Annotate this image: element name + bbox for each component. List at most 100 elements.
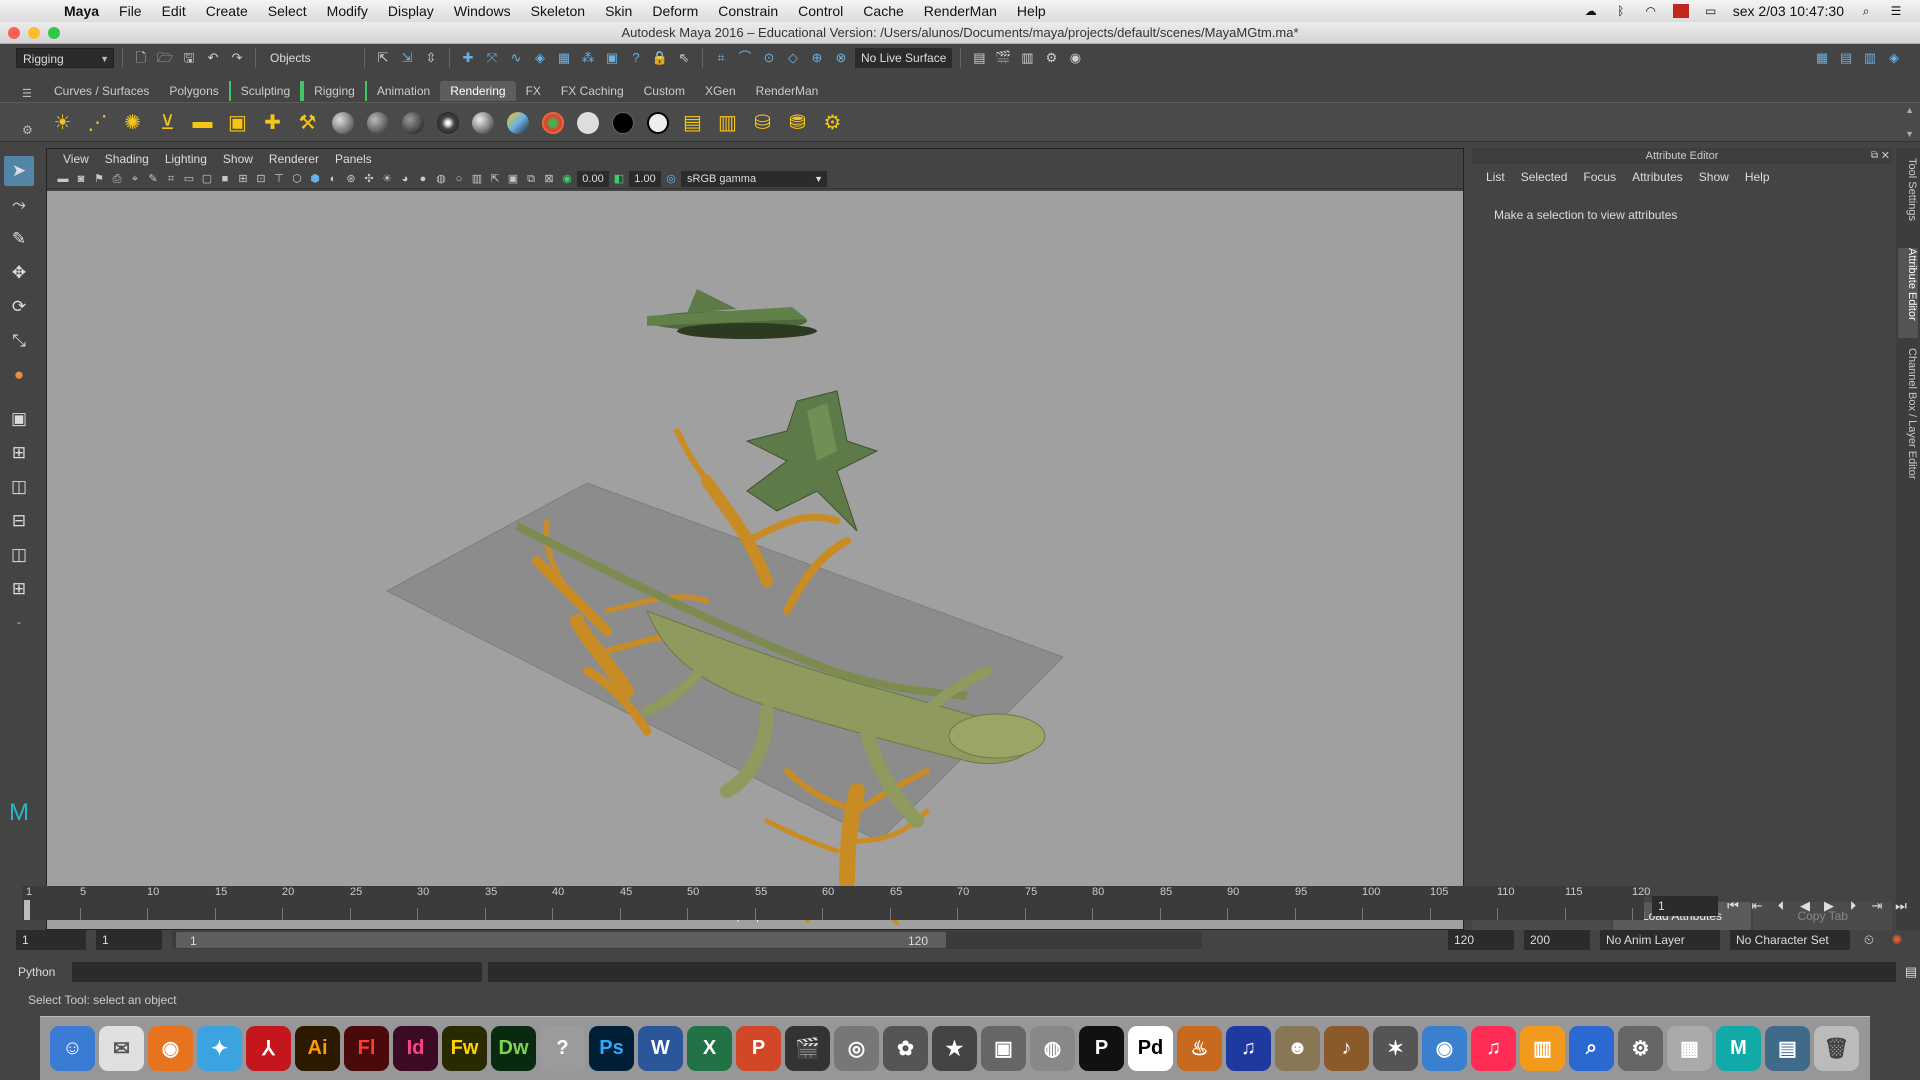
shadows-icon[interactable]: ◕ — [397, 171, 413, 187]
point-light-icon[interactable]: ✺ — [118, 108, 147, 137]
menu-control[interactable]: Control — [788, 3, 853, 19]
select-component-icon[interactable]: ⇳ — [421, 48, 441, 68]
color-sync-icon[interactable]: ✿ — [883, 1026, 928, 1071]
soft-mod-tool-icon[interactable]: ● — [4, 360, 34, 390]
current-frame-field[interactable]: 1 — [1652, 896, 1718, 916]
shading-group-icon[interactable] — [643, 108, 672, 137]
scene-render[interactable] — [47, 191, 1463, 929]
persp-outliner-layout-icon[interactable]: ◫ — [4, 472, 34, 502]
menu-deform[interactable]: Deform — [642, 3, 708, 19]
show-modeling-toolkit-icon[interactable]: ◈ — [1884, 48, 1904, 68]
tab-xgen[interactable]: XGen — [695, 81, 746, 101]
menu-renderman[interactable]: RenderMan — [914, 3, 1007, 19]
lambert-material-icon[interactable] — [363, 108, 392, 137]
snap-curve-icon[interactable]: ⌒ — [735, 48, 755, 68]
color-space-dropdown[interactable]: sRGB gamma ▼ — [681, 170, 827, 187]
time-slider[interactable]: 1 5 10 15 20 25 30 35 40 45 50 55 60 65 70 75 80 85 90 95 10… — [22, 886, 1650, 920]
ipr-render-icon[interactable]: ▥ — [1017, 48, 1037, 68]
gate-mask-icon[interactable]: ■ — [217, 171, 233, 187]
save-scene-icon[interactable]: 🖫 — [179, 48, 199, 68]
step-back-key-icon[interactable]: ⇤ — [1748, 898, 1766, 914]
shelf-menu-icon[interactable]: ☰ — [22, 87, 32, 100]
tab-sculpting[interactable]: Sculpting — [228, 81, 303, 101]
image-plane-icon[interactable]: ⎙ — [109, 171, 125, 187]
camera-attributes-icon[interactable]: ◙ — [73, 171, 89, 187]
custom-layout-icon[interactable]: ⊞ — [4, 574, 34, 604]
viewport-menu-show[interactable]: Show — [215, 152, 261, 166]
notification-center-icon[interactable]: ☰ — [1888, 4, 1904, 18]
preview-images-icon[interactable]: ▦ — [1667, 1026, 1712, 1071]
close-window-button[interactable] — [8, 27, 20, 39]
select-tool-icon[interactable]: ➤ — [4, 156, 34, 186]
character-set-dropdown[interactable]: No Character Set — [1730, 930, 1850, 950]
new-scene-icon[interactable]: 🗋 — [131, 48, 151, 68]
mask-dynamics-icon[interactable]: ⁂ — [578, 48, 598, 68]
tab-animation[interactable]: Animation — [367, 81, 440, 101]
menubar-clock[interactable]: sex 2/03 10:47:30 — [1733, 3, 1844, 19]
play-backwards-icon[interactable]: ◀ — [1796, 898, 1814, 914]
ae-menu-selected[interactable]: Selected — [1513, 170, 1576, 184]
viewport-menu-view[interactable]: View — [55, 152, 97, 166]
menu-select[interactable]: Select — [258, 3, 317, 19]
float-panel-icon[interactable]: ⧉ — [1871, 148, 1878, 164]
powerpoint-icon[interactable]: P — [736, 1026, 781, 1071]
outliner-persp-graph-layout-icon[interactable]: ◫ — [4, 540, 34, 570]
mask-misc-icon[interactable]: ? — [626, 48, 646, 68]
imovie-icon[interactable]: ★ — [932, 1026, 977, 1071]
redo-icon[interactable]: ↷ — [227, 48, 247, 68]
grease-pencil-icon[interactable]: ✎ — [145, 171, 161, 187]
animation-start-field[interactable]: 1 — [16, 930, 86, 950]
motion-blur-icon[interactable]: ◍ — [433, 171, 449, 187]
menu-constrain[interactable]: Constrain — [708, 3, 788, 19]
surface-shader-icon[interactable] — [433, 108, 462, 137]
shelf-scroll-up-icon[interactable]: ▲ — [1905, 105, 1914, 115]
snap-view-plane-icon[interactable]: ◇ — [783, 48, 803, 68]
viewport-menu-panels[interactable]: Panels — [327, 152, 380, 166]
command-input[interactable] — [71, 962, 482, 982]
range-slider-handle[interactable]: 1 120 — [176, 932, 946, 948]
render-diagnostics-icon[interactable]: ⚙ — [818, 108, 847, 137]
more-layouts-icon[interactable]: - — [4, 608, 34, 638]
use-all-lights-icon[interactable]: ☀ — [379, 171, 395, 187]
vlc-icon[interactable]: ◉ — [1422, 1026, 1467, 1071]
tab-renderman[interactable]: RenderMan — [746, 81, 829, 101]
command-language-label[interactable]: Python — [12, 965, 66, 979]
perspective-viewport[interactable]: persp — [47, 191, 1463, 929]
ae-menu-show[interactable]: Show — [1691, 170, 1737, 184]
menu-app[interactable]: Maya — [54, 3, 109, 19]
screen-space-ao-icon[interactable]: ● — [415, 171, 431, 187]
battery-icon[interactable]: ▭ — [1703, 4, 1719, 18]
go-to-start-icon[interactable]: ⏮ — [1724, 898, 1742, 914]
itunes-icon[interactable]: ♫ — [1471, 1026, 1516, 1071]
menuset-dropdown[interactable]: Rigging ▼ — [16, 48, 114, 68]
rotate-tool-icon[interactable]: ⟳ — [4, 292, 34, 322]
anisotropic-material-icon[interactable] — [468, 108, 497, 137]
xray-joints-icon[interactable]: ⊠ — [541, 171, 557, 187]
scale-tool-icon[interactable]: ⤡ — [4, 326, 34, 356]
fireworks-icon[interactable]: Fw — [442, 1026, 487, 1071]
menu-skeleton[interactable]: Skeleton — [521, 3, 595, 19]
menu-skin[interactable]: Skin — [595, 3, 642, 19]
compressor-icon[interactable]: ▣ — [981, 1026, 1026, 1071]
blinn-material-icon[interactable] — [328, 108, 357, 137]
step-back-frame-icon[interactable]: ⏴ — [1772, 898, 1790, 914]
select-camera-icon[interactable]: ▬ — [55, 171, 71, 187]
safari-icon[interactable]: ✦ — [197, 1026, 242, 1071]
tab-rendering[interactable]: Rendering — [440, 81, 516, 101]
highlight-selection-icon[interactable]: ⇖ — [674, 48, 694, 68]
safe-title-icon[interactable]: ⊤ — [271, 171, 287, 187]
render-sequence-icon[interactable]: ▥ — [713, 108, 742, 137]
tab-fx[interactable]: FX — [516, 81, 551, 101]
illustrator-icon[interactable]: Ai — [295, 1026, 340, 1071]
live-surface-field[interactable]: No Live Surface — [855, 48, 953, 68]
side-tab-attribute-editor[interactable]: Attribute Editor — [1898, 248, 1918, 338]
xray-icon[interactable]: ▣ — [505, 171, 521, 187]
tab-curves-surfaces[interactable]: Curves / Surfaces — [44, 81, 159, 101]
safe-action-icon[interactable]: ⊡ — [253, 171, 269, 187]
dreamweaver-icon[interactable]: Dw — [491, 1026, 536, 1071]
playback-start-field[interactable]: 1 — [96, 930, 162, 950]
menu-help[interactable]: Help — [1007, 3, 1056, 19]
directional-light-icon[interactable]: ⋰ — [83, 108, 112, 137]
ibooks-icon[interactable]: ▥ — [1520, 1026, 1565, 1071]
phong-material-icon[interactable] — [398, 108, 427, 137]
